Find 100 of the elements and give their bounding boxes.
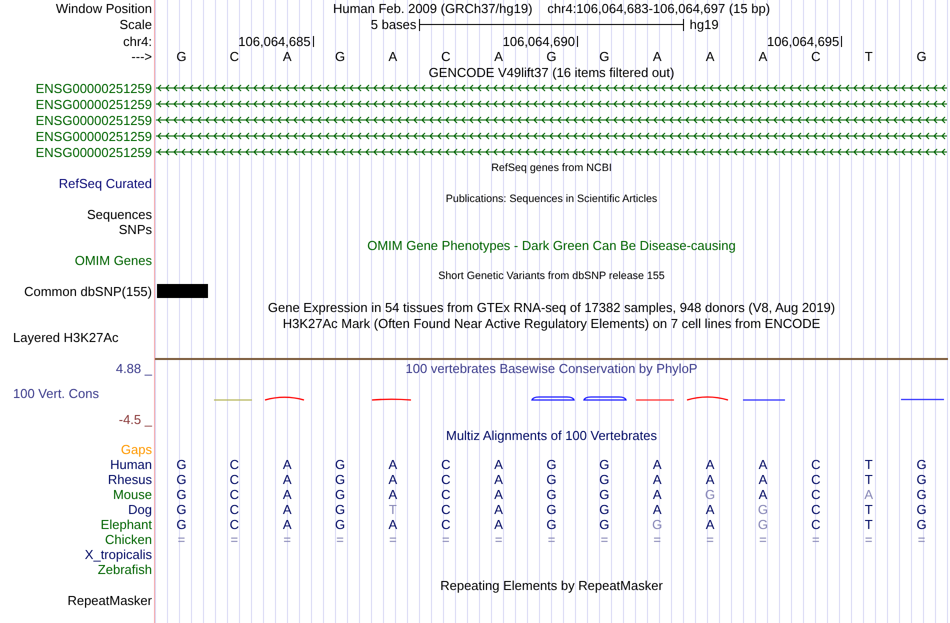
tick-mark [576, 36, 578, 46]
aligned-base: C [811, 472, 821, 487]
aligned-base: C [441, 487, 450, 502]
aligned-base: = [230, 532, 238, 547]
aligned-base: A [388, 487, 398, 502]
aligned-base: G [758, 517, 768, 532]
aligned-base: C [811, 517, 821, 532]
aligned-base: A [282, 472, 292, 487]
track-title: Short Genetic Variants from dbSNP release 155 [438, 270, 665, 282]
aligned-base: A [706, 472, 714, 487]
aligned-base: A [388, 457, 398, 472]
species-label[interactable]: Elephant [100, 517, 152, 532]
gene-feature[interactable] [155, 148, 948, 156]
species-label[interactable]: Mouse [112, 487, 152, 502]
assembly-title: Human Feb. 2009 (GRCh37/hg19) [332, 0, 532, 16]
gene-label[interactable]: ENSG00000251259 [36, 80, 152, 96]
aligned-base: C [811, 457, 821, 472]
aligned-base: C [230, 457, 239, 472]
aligned-base: = [336, 532, 344, 547]
conservation-mark [686, 396, 728, 401]
base-letter: A [388, 49, 398, 64]
base-letter: G [599, 49, 610, 64]
gene-label[interactable]: ENSG00000251259 [36, 96, 152, 112]
gene-label[interactable]: ENSG00000251259 [36, 144, 152, 160]
aligned-base: G [334, 487, 346, 502]
aligned-base: A [494, 487, 503, 502]
aligned-base: C [230, 472, 239, 487]
conservation-mark [264, 396, 304, 401]
aligned-base: G [334, 517, 346, 532]
gene-label[interactable]: ENSG00000251259 [36, 112, 152, 128]
track-label[interactable]: SNPs [118, 222, 152, 237]
base-letter: C [441, 49, 450, 64]
aligned-base: T [864, 502, 873, 517]
base-letter: G [916, 49, 927, 64]
row-label: Scale [119, 17, 152, 32]
aligned-base: T [388, 502, 397, 517]
species-label[interactable]: Rhesus [108, 472, 152, 487]
aligned-base: = [178, 532, 186, 547]
species-label[interactable]: Dog [128, 502, 152, 517]
gene-feature[interactable] [155, 84, 948, 92]
aligned-base: G [599, 472, 610, 487]
base-letter: G [334, 49, 346, 64]
base-letter: C [811, 49, 821, 64]
aligned-base: G [916, 457, 927, 472]
track-label[interactable]: RefSeq Curated [58, 176, 152, 191]
track-label[interactable]: Layered H3K27Ac [13, 331, 119, 345]
row-label: Window Position [56, 0, 152, 16]
track-label[interactable]: Sequences [86, 207, 152, 222]
species-label[interactable]: Zebrafish [98, 562, 152, 577]
aligned-base: G [546, 472, 557, 487]
aligned-base: A [282, 487, 292, 502]
aligned-base: G [599, 517, 610, 532]
aligned-base: G [176, 517, 186, 532]
aligned-base: A [864, 487, 874, 502]
aligned-base: G [546, 457, 557, 472]
aligned-base: G [599, 457, 610, 472]
aligned-base: G [916, 502, 927, 517]
assembly-name: hg19 [688, 17, 719, 32]
aligned-base: G [599, 502, 610, 517]
aligned-base: C [811, 502, 821, 517]
aligned-base: C [230, 502, 239, 517]
aligned-base: G [599, 487, 610, 502]
aligned-base: C [811, 487, 821, 502]
aligned-base: C [441, 472, 450, 487]
aligned-base: A [388, 472, 398, 487]
aligned-base: = [864, 532, 872, 547]
species-label[interactable]: Human [110, 457, 152, 472]
aligned-base: C [441, 517, 450, 532]
aligned-base: = [812, 532, 820, 547]
gene-feature[interactable] [155, 100, 948, 108]
aligned-base: = [600, 532, 608, 547]
aligned-base: = [706, 532, 714, 547]
species-label[interactable]: X_tropicalis [84, 547, 152, 562]
tick-mark [841, 36, 842, 46]
aligned-base: G [546, 487, 557, 502]
aligned-base: G [916, 472, 927, 487]
aligned-base: A [494, 457, 503, 472]
aligned-base: A [282, 502, 292, 517]
conservation-mark [531, 396, 575, 401]
species-label[interactable]: Chicken [105, 532, 152, 547]
track-label[interactable]: OMIM Genes [74, 253, 152, 268]
aligned-base: A [652, 457, 662, 472]
gene-feature[interactable] [155, 132, 948, 140]
aligned-base: G [916, 487, 927, 502]
aligned-base: G [176, 502, 186, 517]
aligned-base: A [282, 457, 292, 472]
track-title: GENCODE V49lift37 (16 items filtered out) [428, 64, 674, 80]
track-label[interactable]: Common dbSNP(155) [24, 284, 152, 299]
ruler-position: 106,064,695 [766, 34, 840, 48]
aligned-base: G [176, 487, 186, 502]
track-label[interactable]: RepeatMasker [67, 593, 152, 608]
conservation-mark [583, 396, 627, 401]
gene-feature[interactable] [155, 116, 948, 124]
track-label[interactable]: 100 Vert. Cons [13, 387, 99, 401]
base-letter: C [230, 49, 239, 64]
base-letter: A [706, 49, 714, 64]
aligned-base: C [441, 457, 450, 472]
aligned-base: G [546, 517, 557, 532]
gene-label[interactable]: ENSG00000251259 [36, 128, 152, 144]
axis-label: 4.88 _ [116, 361, 152, 376]
